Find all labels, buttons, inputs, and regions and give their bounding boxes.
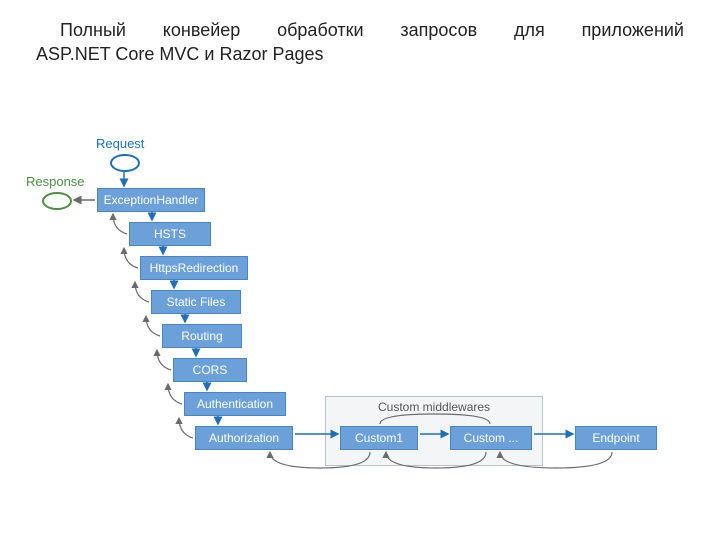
- title-line2: ASP.NET Core MVC и Razor Pages: [36, 44, 324, 64]
- mw-httpsredirection: HttpsRedirection: [140, 256, 248, 280]
- mw-staticfiles: Static Files: [151, 290, 241, 314]
- pipeline-diagram: Request Response ExceptionHandler HSTS H…: [0, 130, 720, 510]
- custom-group-label: Custom middlewares: [378, 400, 490, 414]
- mw-exceptionhandler: ExceptionHandler: [97, 188, 205, 212]
- request-label: Request: [96, 136, 144, 151]
- mw-custom-more: Custom ...: [450, 426, 532, 450]
- mw-hsts: HSTS: [129, 222, 211, 246]
- mw-endpoint: Endpoint: [575, 426, 657, 450]
- mw-routing: Routing: [162, 324, 242, 348]
- request-icon: [110, 154, 140, 172]
- mw-custom1: Custom1: [340, 426, 418, 450]
- mw-cors: CORS: [173, 358, 247, 382]
- mw-authorization: Authorization: [195, 426, 293, 450]
- page-title: Полный конвейер обработки запросов для п…: [36, 18, 684, 67]
- mw-authentication: Authentication: [184, 392, 286, 416]
- title-line1: Полный конвейер обработки запросов для п…: [36, 18, 684, 42]
- response-label: Response: [26, 174, 85, 189]
- response-icon: [42, 192, 72, 210]
